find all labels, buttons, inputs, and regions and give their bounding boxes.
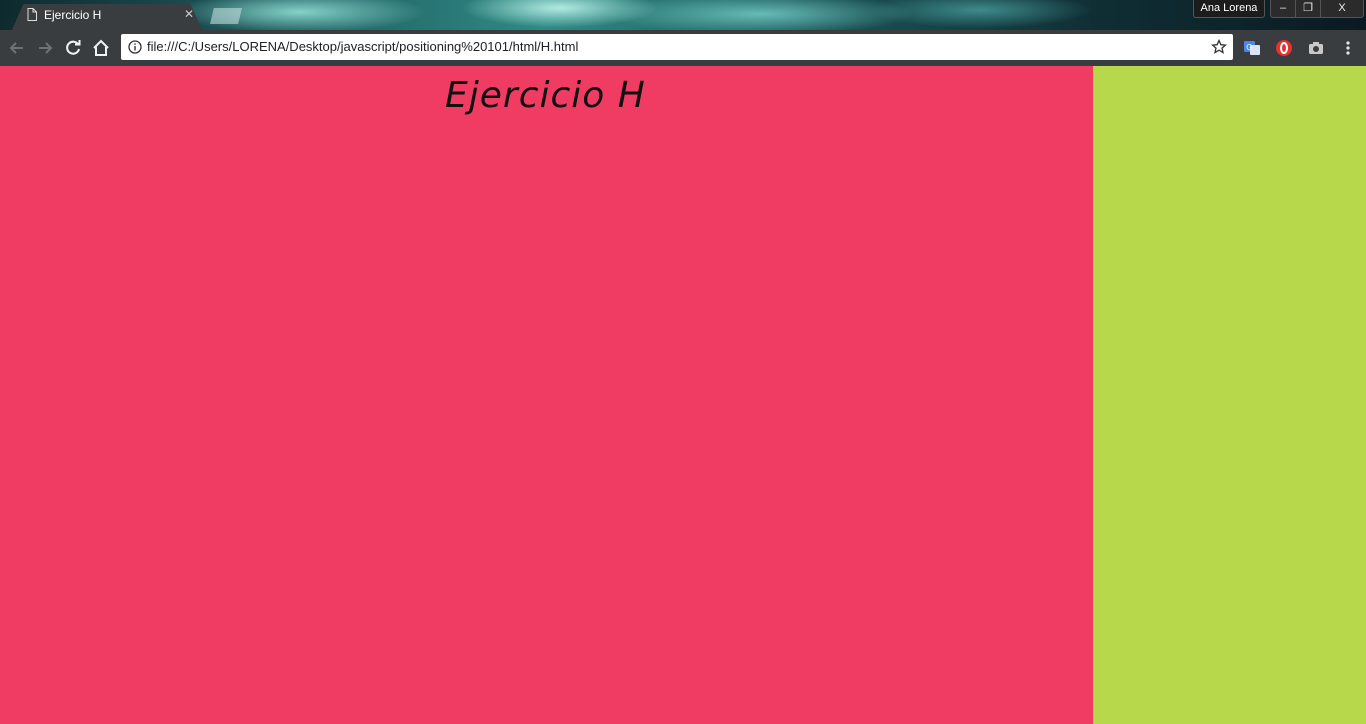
menu-icon[interactable] xyxy=(1339,39,1357,57)
sidebar-panel xyxy=(1093,66,1366,724)
browser-toolbar: file:///C:/Users/LORENA/Desktop/javascri… xyxy=(0,30,1366,66)
translate-extension-icon[interactable]: G xyxy=(1243,39,1261,57)
profile-button[interactable]: Ana Lorena xyxy=(1193,0,1265,18)
svg-text:G: G xyxy=(1246,43,1252,52)
back-icon[interactable] xyxy=(6,37,28,59)
home-icon[interactable] xyxy=(90,37,112,59)
tab-close-icon[interactable]: ✕ xyxy=(182,7,196,21)
bookmark-star-icon[interactable] xyxy=(1211,39,1227,55)
reload-icon[interactable] xyxy=(62,37,84,59)
browser-tab[interactable] xyxy=(12,4,202,30)
page-viewport: Ejercicio H xyxy=(0,66,1366,724)
new-tab-button[interactable] xyxy=(210,8,242,24)
forward-icon[interactable] xyxy=(34,37,56,59)
close-button[interactable]: X xyxy=(1320,0,1364,18)
maximize-button[interactable]: ❐ xyxy=(1295,0,1321,18)
window-title-bar: Ejercicio H ✕ Ana Lorena – ❐ X xyxy=(0,0,1366,30)
tab-title: Ejercicio H xyxy=(44,8,102,22)
page-icon xyxy=(27,8,37,21)
adblock-extension-icon[interactable] xyxy=(1275,39,1293,57)
camera-extension-icon[interactable] xyxy=(1307,39,1325,57)
url-text[interactable]: file:///C:/Users/LORENA/Desktop/javascri… xyxy=(147,39,578,55)
address-bar[interactable]: file:///C:/Users/LORENA/Desktop/javascri… xyxy=(121,34,1233,60)
page-heading: Ejercicio H xyxy=(445,75,646,116)
info-icon[interactable] xyxy=(128,40,142,54)
minimize-button[interactable]: – xyxy=(1270,0,1296,18)
main-panel xyxy=(0,66,1093,724)
